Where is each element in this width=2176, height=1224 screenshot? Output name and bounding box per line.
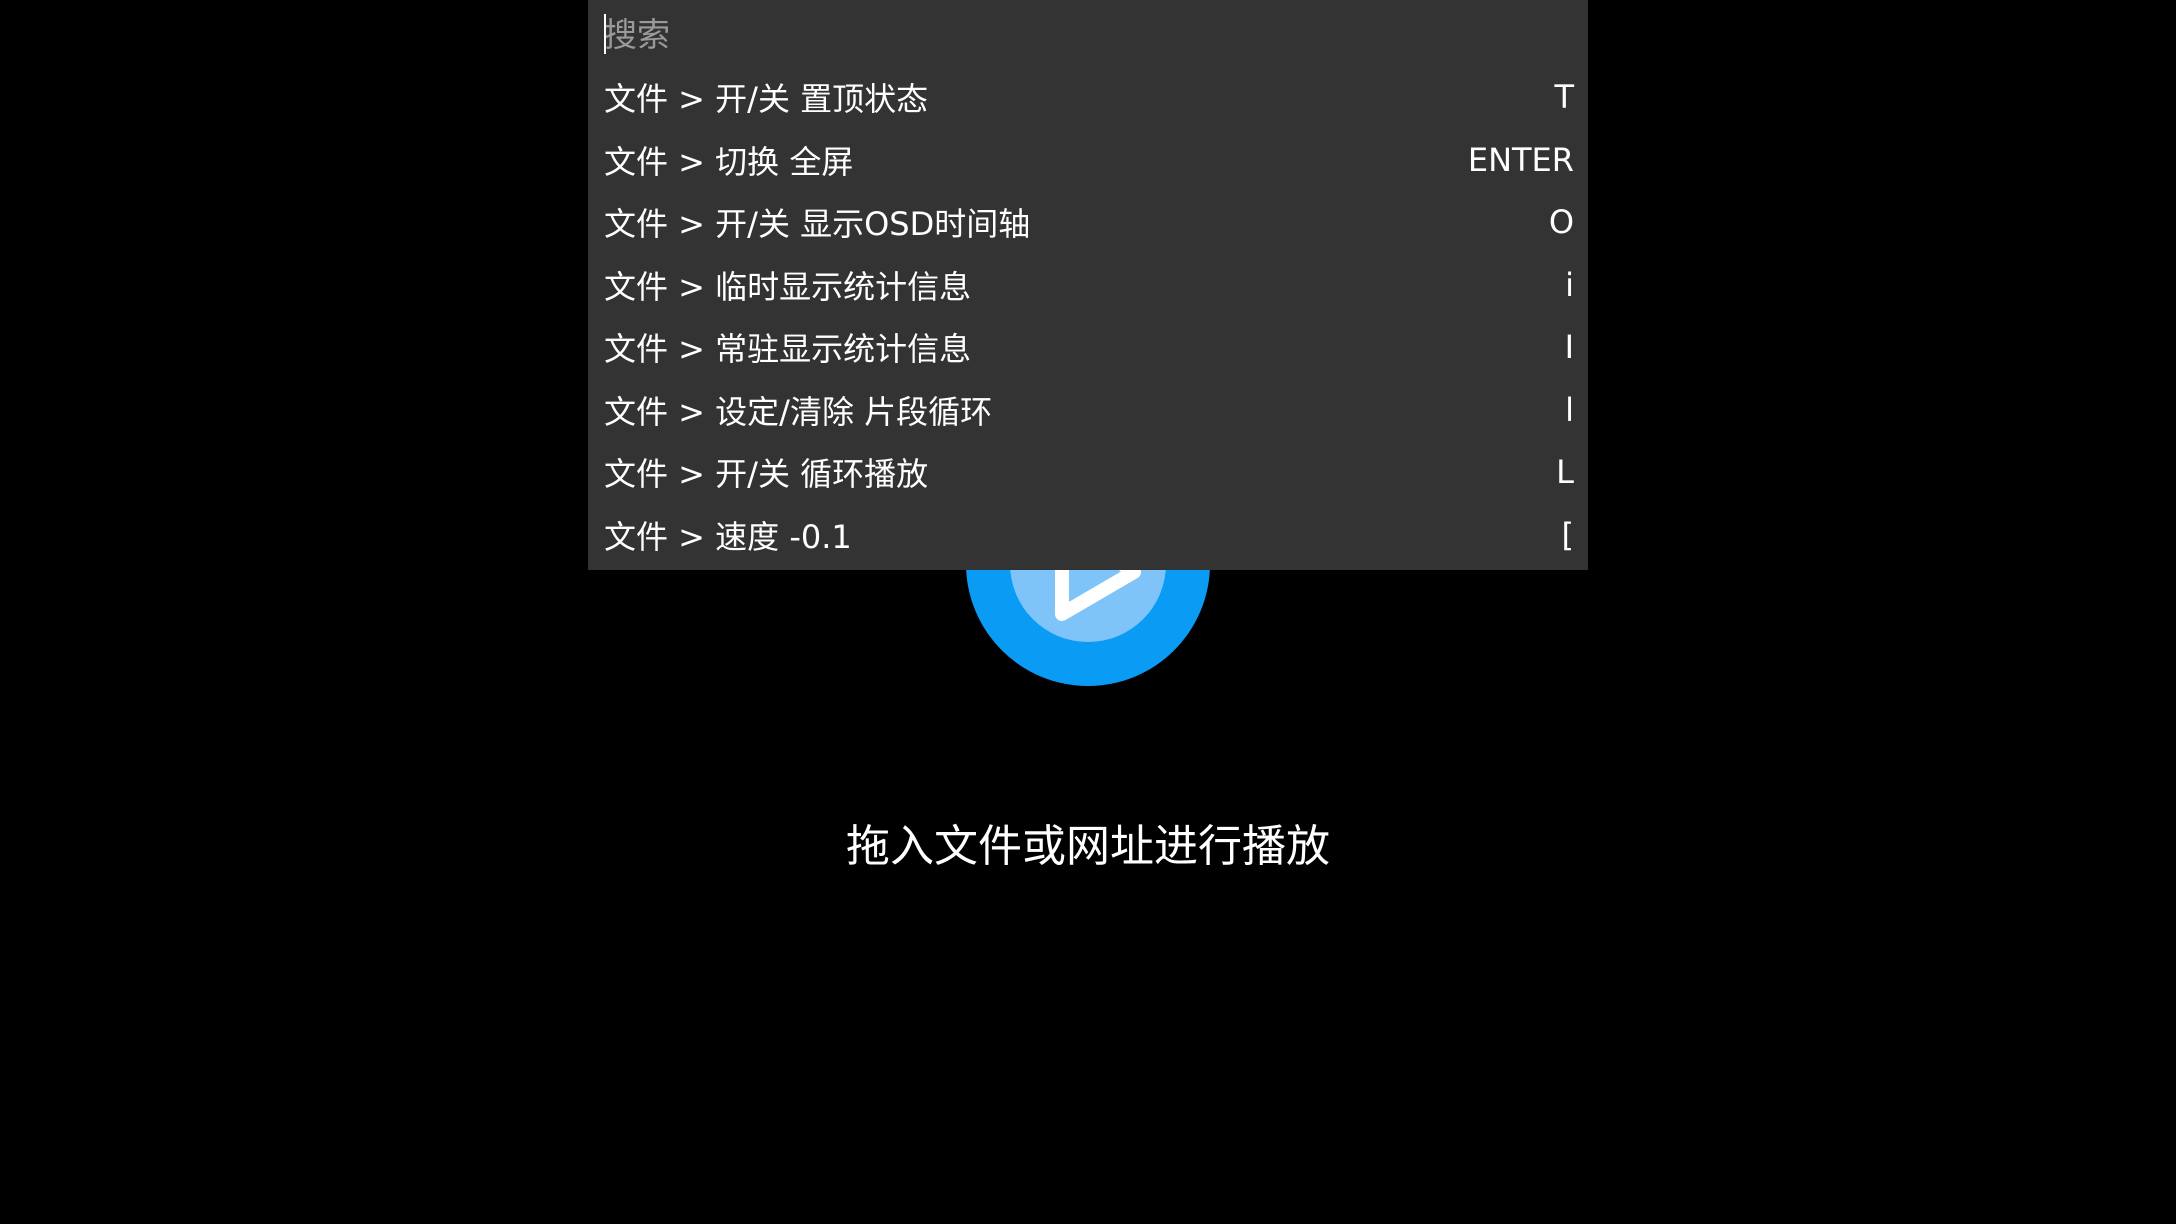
command-shortcut: l xyxy=(1565,390,1574,429)
command-shortcut: i xyxy=(1565,265,1574,304)
command-shortcut: T xyxy=(1554,78,1574,117)
command-item-toggle-osd-timeline[interactable]: 文件 > 开/关 显示OSD时间轴 O xyxy=(588,191,1588,254)
command-label: 文件 > 设定/清除 片段循环 xyxy=(604,392,993,431)
command-label: 文件 > 速度 -0.1 xyxy=(604,517,852,556)
command-item-stats-persistent[interactable]: 文件 > 常驻显示统计信息 I xyxy=(588,316,1588,379)
command-label: 文件 > 开/关 显示OSD时间轴 xyxy=(604,205,1031,244)
command-item-toggle-fullscreen[interactable]: 文件 > 切换 全屏 ENTER xyxy=(588,129,1588,192)
command-item-toggle-loop[interactable]: 文件 > 开/关 循环播放 L xyxy=(588,441,1588,504)
search-input[interactable] xyxy=(604,6,1564,62)
command-label: 文件 > 临时显示统计信息 xyxy=(604,267,972,306)
player-window: 拖入文件或网址进行播放 文件 > 开/关 置顶状态 T 文件 > 切换 全屏 E… xyxy=(0,0,2176,1224)
command-label: 文件 > 切换 全屏 xyxy=(604,142,854,181)
search-row xyxy=(588,0,1588,66)
command-label: 文件 > 开/关 循环播放 xyxy=(604,455,929,494)
command-shortcut: [ xyxy=(1561,515,1574,554)
command-shortcut: ENTER xyxy=(1467,140,1574,179)
command-shortcut: L xyxy=(1556,453,1574,492)
command-list: 文件 > 开/关 置顶状态 T 文件 > 切换 全屏 ENTER 文件 > 开/… xyxy=(588,66,1588,566)
command-item-speed-down[interactable]: 文件 > 速度 -0.1 [ xyxy=(588,504,1588,567)
command-label: 文件 > 开/关 置顶状态 xyxy=(604,80,929,119)
command-shortcut: O xyxy=(1548,203,1574,242)
text-caret xyxy=(604,14,606,54)
command-item-toggle-ontop[interactable]: 文件 > 开/关 置顶状态 T xyxy=(588,66,1588,129)
command-palette: 文件 > 开/关 置顶状态 T 文件 > 切换 全屏 ENTER 文件 > 开/… xyxy=(588,0,1588,570)
command-shortcut: I xyxy=(1564,328,1574,367)
command-item-ab-loop[interactable]: 文件 > 设定/清除 片段循环 l xyxy=(588,379,1588,442)
command-label: 文件 > 常驻显示统计信息 xyxy=(604,330,972,369)
command-item-stats-temporary[interactable]: 文件 > 临时显示统计信息 i xyxy=(588,254,1588,317)
drop-hint-text: 拖入文件或网址进行播放 xyxy=(846,821,1330,872)
